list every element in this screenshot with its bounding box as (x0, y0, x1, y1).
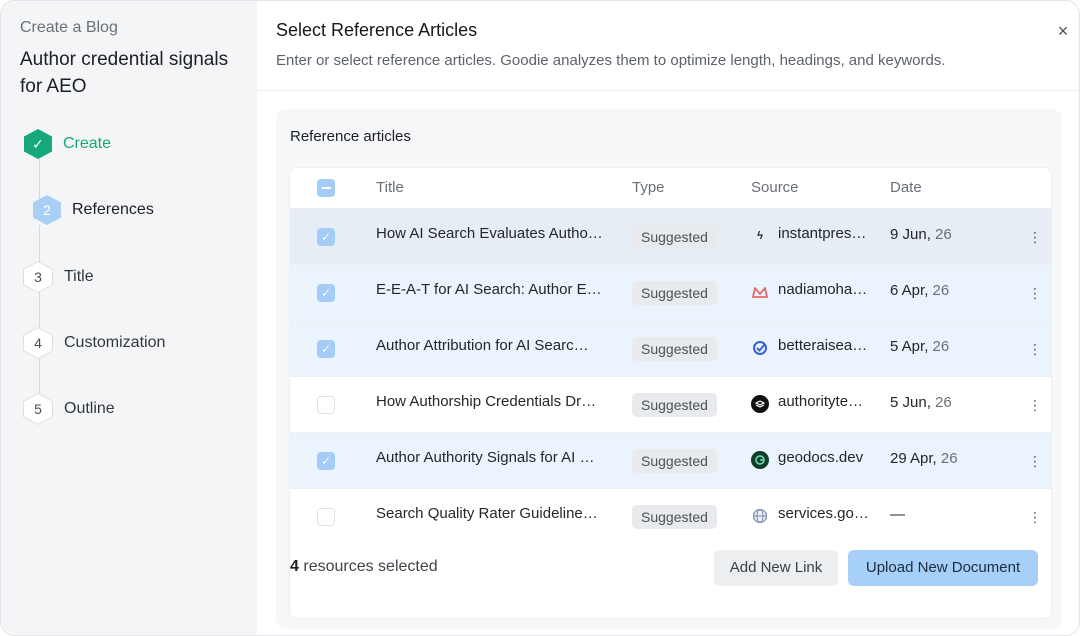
more-options-icon[interactable]: ⋮ (1028, 283, 1042, 303)
source-domain: betteraisea… (778, 337, 868, 354)
source-domain: geodocs.dev (778, 449, 864, 466)
select-all-checkbox[interactable] (317, 179, 335, 197)
main-content: Select Reference Articles Enter or selec… (257, 1, 1079, 635)
wizard-steps: ✓ Create 2 References 3 Title 4 Customiz… (1, 1, 257, 635)
upload-new-document-button[interactable]: Upload New Document (848, 550, 1038, 586)
table-row[interactable]: Search Quality Rater Guideline… Suggeste… (290, 488, 1051, 544)
crown-icon (751, 283, 769, 301)
column-type[interactable]: Type (632, 179, 665, 196)
step-connector (39, 291, 40, 331)
header-divider (257, 90, 1079, 91)
more-options-icon[interactable]: ⋮ (1028, 451, 1042, 471)
article-title: Author Attribution for AI Searc… (376, 337, 589, 354)
table-row[interactable]: ✓ How AI Search Evaluates Autho… Suggest… (290, 208, 1051, 264)
globe-outline-icon (751, 507, 769, 525)
row-checkbox[interactable] (317, 508, 335, 526)
source-domain: instantpres… (778, 225, 867, 242)
page-description: Enter or select reference articles. Good… (276, 52, 946, 69)
more-options-icon[interactable]: ⋮ (1028, 395, 1042, 415)
table-row[interactable]: ✓ E-E-A-T for AI Search: Author E… Sugge… (290, 264, 1051, 320)
globe-icon (751, 451, 769, 469)
more-options-icon[interactable]: ⋮ (1028, 339, 1042, 359)
page-title: Select Reference Articles (276, 20, 478, 40)
article-title: How Authorship Credentials Dr… (376, 393, 597, 410)
article-date: 5 Apr, 26 (890, 338, 950, 355)
type-badge: Suggested (632, 337, 717, 361)
article-date: 29 Apr, 26 (890, 450, 958, 467)
article-title: Search Quality Rater Guideline… (376, 505, 598, 522)
step-connector (39, 225, 40, 265)
step-number: 3 (24, 262, 52, 292)
row-checkbox[interactable]: ✓ (317, 228, 335, 246)
lightning-icon: ϟ (757, 230, 763, 242)
table-header: Title Type Source Date (290, 168, 1051, 208)
article-date: 9 Jun, 26 (890, 226, 952, 243)
row-checkbox[interactable]: ✓ (317, 284, 335, 302)
step-label: References (72, 201, 154, 218)
step-create[interactable]: ✓ Create (24, 129, 111, 159)
row-checkbox[interactable]: ✓ (317, 452, 335, 470)
step-label: Title (64, 268, 94, 285)
step-outline[interactable]: 5 Outline (23, 393, 115, 425)
column-source[interactable]: Source (751, 179, 799, 196)
wizard-sidebar: Create a Blog Author credential signals … (1, 1, 257, 635)
type-badge: Suggested (632, 393, 717, 417)
article-date: 5 Jun, 26 (890, 394, 952, 411)
add-new-link-button[interactable]: Add New Link (714, 550, 838, 586)
type-badge: Suggested (632, 449, 717, 473)
step-number: 2 (33, 195, 61, 225)
type-badge: Suggested (632, 225, 717, 249)
create-blog-dialog: Create a Blog Author credential signals … (0, 0, 1080, 636)
step-customization[interactable]: 4 Customization (23, 327, 165, 359)
table-row[interactable]: How Authorship Credentials Dr… Suggested… (290, 376, 1051, 432)
type-badge: Suggested (632, 281, 717, 305)
step-label: Customization (64, 334, 166, 351)
step-title[interactable]: 3 Title (23, 261, 94, 293)
panel-title: Reference articles (290, 128, 411, 145)
step-references[interactable]: 2 References (33, 195, 154, 225)
article-title: Author Authority Signals for AI … (376, 449, 595, 466)
source-domain: nadiamoha… (778, 281, 868, 298)
step-connector (39, 357, 40, 397)
article-title: How AI Search Evaluates Autho… (376, 225, 603, 242)
table-row[interactable]: ✓ Author Attribution for AI Searc… Sugge… (290, 320, 1051, 376)
column-title[interactable]: Title (376, 179, 404, 196)
more-options-icon[interactable]: ⋮ (1028, 507, 1042, 527)
column-date[interactable]: Date (890, 179, 922, 196)
type-badge: Suggested (632, 505, 717, 529)
more-options-icon[interactable]: ⋮ (1028, 227, 1042, 247)
table-row[interactable]: ✓ Author Authority Signals for AI … Sugg… (290, 432, 1051, 488)
reference-articles-panel: Reference articles Title Type Source Dat… (276, 109, 1062, 629)
article-title: E-E-A-T for AI Search: Author E… (376, 281, 602, 298)
step-connector (39, 159, 40, 199)
step-number: 5 (24, 394, 52, 424)
step-label: Create (63, 135, 112, 152)
row-checkbox[interactable]: ✓ (317, 340, 335, 358)
layers-icon (751, 395, 769, 413)
source-domain: services.go… (778, 505, 869, 522)
source-domain: authorityte… (778, 393, 864, 410)
step-number: 4 (24, 328, 52, 358)
article-date: 6 Apr, 26 (890, 282, 950, 299)
close-icon[interactable]: × (1053, 21, 1073, 41)
check-icon: ✓ (24, 129, 52, 159)
row-checkbox[interactable] (317, 396, 335, 414)
article-date: — (890, 506, 905, 523)
step-label: Outline (64, 400, 115, 417)
check-circle-icon (751, 339, 769, 357)
selection-count: 4 resources selected (290, 558, 438, 575)
